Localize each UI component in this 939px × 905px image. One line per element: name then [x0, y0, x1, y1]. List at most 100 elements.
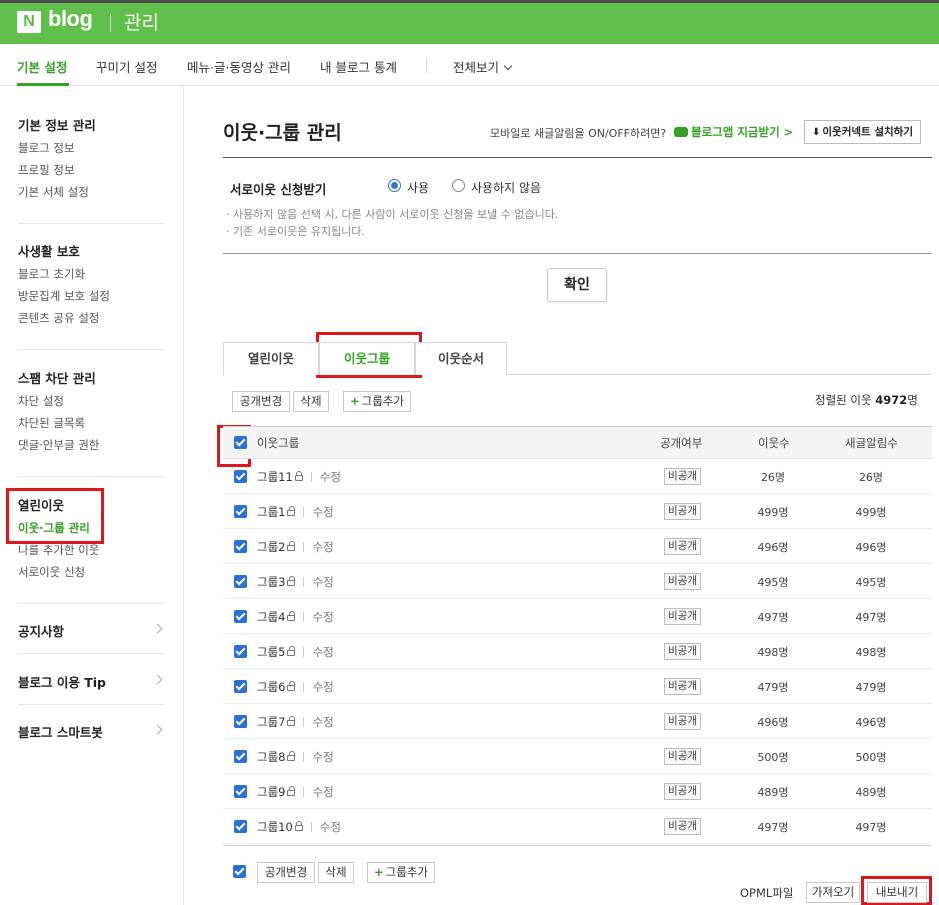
sidebar-item-blog-info[interactable]: 블로그 정보 [18, 140, 75, 156]
group-name[interactable]: 그룹4 [257, 610, 285, 624]
app-download-link[interactable]: 블로그앱 지금받기 > [674, 124, 793, 140]
separator [303, 577, 305, 587]
neighbor-count: 499명 [757, 506, 789, 519]
total-count: 4972 [875, 393, 908, 407]
edit-group-link[interactable]: 수정 [312, 645, 333, 659]
edit-group-link[interactable]: 수정 [312, 750, 333, 764]
menu-blog-stats[interactable]: 내 블로그 통계 [320, 57, 397, 76]
sidebar-item-visit-count-protect[interactable]: 방문집계 보호 설정 [18, 288, 110, 304]
group-name[interactable]: 그룹10 [257, 820, 293, 834]
private-badge[interactable]: 비공개 [664, 573, 701, 590]
sidebar-item-mutual-request[interactable]: 서로이웃 신청 [18, 564, 85, 580]
radio-not-use[interactable] [452, 179, 465, 192]
radio-use-label[interactable]: 사용 [407, 179, 429, 196]
group-name[interactable]: 그룹7 [257, 715, 285, 729]
private-badge[interactable]: 비공개 [664, 538, 701, 555]
row-checkbox[interactable] [234, 575, 247, 588]
sidebar-link-notice[interactable]: 공지사항 [18, 621, 64, 640]
private-badge[interactable]: 비공개 [664, 468, 701, 485]
row-checkbox[interactable] [234, 610, 247, 623]
sidebar-item-added-me[interactable]: 나를 추가한 이웃 [18, 542, 99, 558]
tab-neighbor-order[interactable]: 이웃순서 [415, 342, 507, 375]
group-name[interactable]: 그룹8 [257, 750, 285, 764]
blog-logo[interactable]: blog [48, 6, 93, 32]
row-checkbox[interactable] [234, 540, 247, 553]
row-checkbox[interactable] [234, 820, 247, 833]
sidebar-link-smartbot[interactable]: 블로그 스마트봇 [18, 722, 103, 741]
private-badge[interactable]: 비공개 [664, 678, 701, 695]
row-checkbox[interactable] [234, 470, 247, 483]
row-checkbox[interactable] [234, 505, 247, 518]
row-checkbox[interactable] [234, 645, 247, 658]
sidebar-link-tip[interactable]: 블로그 이용 Tip [18, 672, 106, 691]
column-header-group: 이웃그룹 [257, 436, 300, 450]
group-name-cell: 그룹5 수정 [257, 644, 334, 660]
private-badge[interactable]: 비공개 [664, 643, 701, 660]
private-badge[interactable]: 비공개 [664, 503, 701, 520]
private-badge[interactable]: 비공개 [664, 748, 701, 765]
private-badge[interactable]: 비공개 [664, 608, 701, 625]
sidebar-item-default-font[interactable]: 기본 서체 설정 [18, 184, 89, 200]
group-name[interactable]: 그룹2 [257, 540, 285, 554]
lock-icon [287, 751, 296, 761]
sidebar-item-blocked-posts[interactable]: 차단된 글목록 [18, 415, 85, 431]
group-name-cell: 그룹7 수정 [257, 714, 334, 730]
radio-use[interactable] [388, 179, 401, 192]
sidebar-item-comment-permission[interactable]: 댓글·안부글 권한 [18, 437, 99, 453]
edit-group-link[interactable]: 수정 [312, 575, 333, 589]
group-name[interactable]: 그룹1 [257, 505, 285, 519]
delete-button-bottom[interactable]: 삭제 [318, 862, 354, 883]
table-row: 그룹4 수정 비공개 497명 497명 [223, 599, 932, 634]
menu-decorate-settings[interactable]: 꾸미기 설정 [96, 57, 157, 76]
sidebar-item-profile-info[interactable]: 프로필 정보 [18, 162, 75, 178]
radio-not-use-label[interactable]: 사용하지 않음 [471, 179, 541, 196]
confirm-button[interactable]: 확인 [547, 268, 607, 302]
edit-group-link[interactable]: 수정 [312, 715, 333, 729]
install-connect-button[interactable]: ⬇ 이웃커넥트 설치하기 [804, 120, 921, 144]
sidebar-item-block-settings[interactable]: 차단 설정 [18, 393, 64, 409]
sidebar-item-content-share[interactable]: 콘텐츠 공유 설정 [18, 310, 99, 326]
add-group-button[interactable]: + 그룹추가 [343, 391, 411, 412]
neighbor-count: 26명 [760, 471, 786, 484]
group-name[interactable]: 그룹3 [257, 575, 285, 589]
lock-icon [287, 576, 296, 586]
change-visibility-button-bottom[interactable]: 공개변경 [257, 862, 315, 883]
edit-group-link[interactable]: 수정 [312, 680, 333, 694]
private-badge[interactable]: 비공개 [664, 783, 701, 800]
group-name[interactable]: 그룹11 [257, 470, 293, 484]
export-button[interactable]: 내보내기 [867, 882, 927, 903]
menu-view-all[interactable]: 전체보기 [453, 57, 513, 76]
add-group-button-bottom[interactable]: + 그룹추가 [367, 862, 435, 883]
row-checkbox[interactable] [234, 750, 247, 763]
group-name[interactable]: 그룹9 [257, 785, 285, 799]
change-visibility-button[interactable]: 공개변경 [232, 391, 290, 412]
edit-group-link[interactable]: 수정 [312, 610, 333, 624]
import-button[interactable]: 가져오기 [806, 882, 860, 903]
tab-open-neighbors[interactable]: 열린이웃 [223, 342, 319, 375]
edit-group-link[interactable]: 수정 [312, 505, 333, 519]
private-badge[interactable]: 비공개 [664, 818, 701, 835]
sidebar-item-blog-reset[interactable]: 블로그 초기화 [18, 266, 85, 282]
select-all-checkbox[interactable] [234, 436, 247, 449]
admin-title[interactable]: 관리 [124, 8, 159, 35]
delete-button[interactable]: 삭제 [293, 391, 329, 412]
naver-logo-icon[interactable]: N [17, 11, 41, 33]
menu-content-management[interactable]: 메뉴·글·동영상 관리 [187, 57, 291, 76]
lock-icon [287, 681, 296, 691]
row-checkbox[interactable] [234, 715, 247, 728]
edit-group-link[interactable]: 수정 [320, 470, 341, 484]
chevron-right-icon [152, 724, 163, 735]
tab-neighbor-groups[interactable]: 이웃그룹 [319, 342, 415, 375]
edit-group-link[interactable]: 수정 [312, 785, 333, 799]
select-all-checkbox-bottom[interactable] [233, 865, 246, 878]
row-checkbox[interactable] [234, 785, 247, 798]
sidebar-title-basic-info: 기본 정보 관리 [18, 118, 96, 133]
group-name[interactable]: 그룹6 [257, 680, 285, 694]
group-name[interactable]: 그룹5 [257, 645, 285, 659]
private-badge[interactable]: 비공개 [664, 713, 701, 730]
row-checkbox[interactable] [234, 680, 247, 693]
menu-basic-settings[interactable]: 기본 설정 [17, 57, 67, 76]
neighbor-count: 497명 [757, 821, 789, 834]
edit-group-link[interactable]: 수정 [320, 820, 341, 834]
edit-group-link[interactable]: 수정 [312, 540, 333, 554]
